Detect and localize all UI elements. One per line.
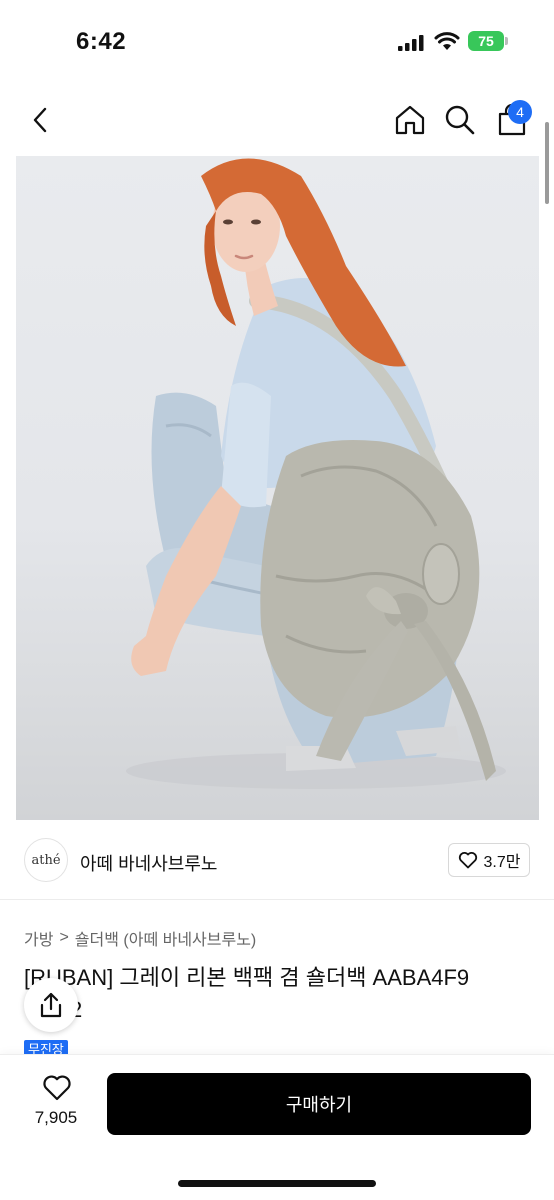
status-time: 6:42: [76, 28, 127, 55]
heart-icon: [43, 1075, 71, 1101]
battery-icon: 75: [468, 31, 508, 51]
cart-count-badge: 4: [508, 100, 532, 124]
scrollbar[interactable]: [545, 122, 549, 204]
heart-icon: [458, 852, 477, 869]
battery-level: 75: [468, 31, 504, 51]
product-photo-illustration: [126, 158, 506, 789]
share-icon: [40, 992, 62, 1018]
brand-logo[interactable]: athé: [24, 838, 68, 882]
brand-name[interactable]: 아떼 바네사브루노: [80, 850, 217, 876]
breadcrumb-separator: >: [59, 929, 69, 946]
share-button[interactable]: [24, 978, 78, 1032]
battery-cap: [505, 37, 508, 45]
product-image[interactable]: [16, 156, 539, 820]
brand-like-count: 3.7만: [483, 854, 521, 871]
search-icon: [445, 105, 475, 135]
brand-like-button[interactable]: 3.7만: [448, 843, 530, 877]
top-nav: [0, 90, 554, 150]
home-icon: [395, 105, 425, 135]
buy-button[interactable]: 구매하기: [107, 1073, 531, 1135]
cellular-signal-icon: [398, 35, 424, 51]
back-icon: [33, 107, 47, 133]
home-button[interactable]: [388, 90, 432, 150]
product-title: [RUBAN] 그레이 리본 백팩 겸 숄더백 AABA4F9: [24, 965, 470, 990]
back-button[interactable]: [18, 90, 62, 150]
wifi-icon: [434, 32, 460, 50]
brand-row[interactable]: athé 아떼 바네사브루노 3.7만: [0, 822, 554, 900]
wishlist-count: 7,905: [34, 1108, 78, 1127]
search-button[interactable]: [438, 90, 482, 150]
status-bar: 6:42 75: [0, 0, 554, 84]
breadcrumb-subcategory[interactable]: 숄더백 (아떼 바네사브루노): [75, 926, 256, 950]
wishlist-button[interactable]: 7,905: [26, 1072, 86, 1132]
home-indicator[interactable]: [178, 1180, 376, 1187]
breadcrumb: 가방 > 숄더백 (아떼 바네사브루노): [24, 926, 256, 950]
breadcrumb-category[interactable]: 가방: [24, 926, 53, 950]
